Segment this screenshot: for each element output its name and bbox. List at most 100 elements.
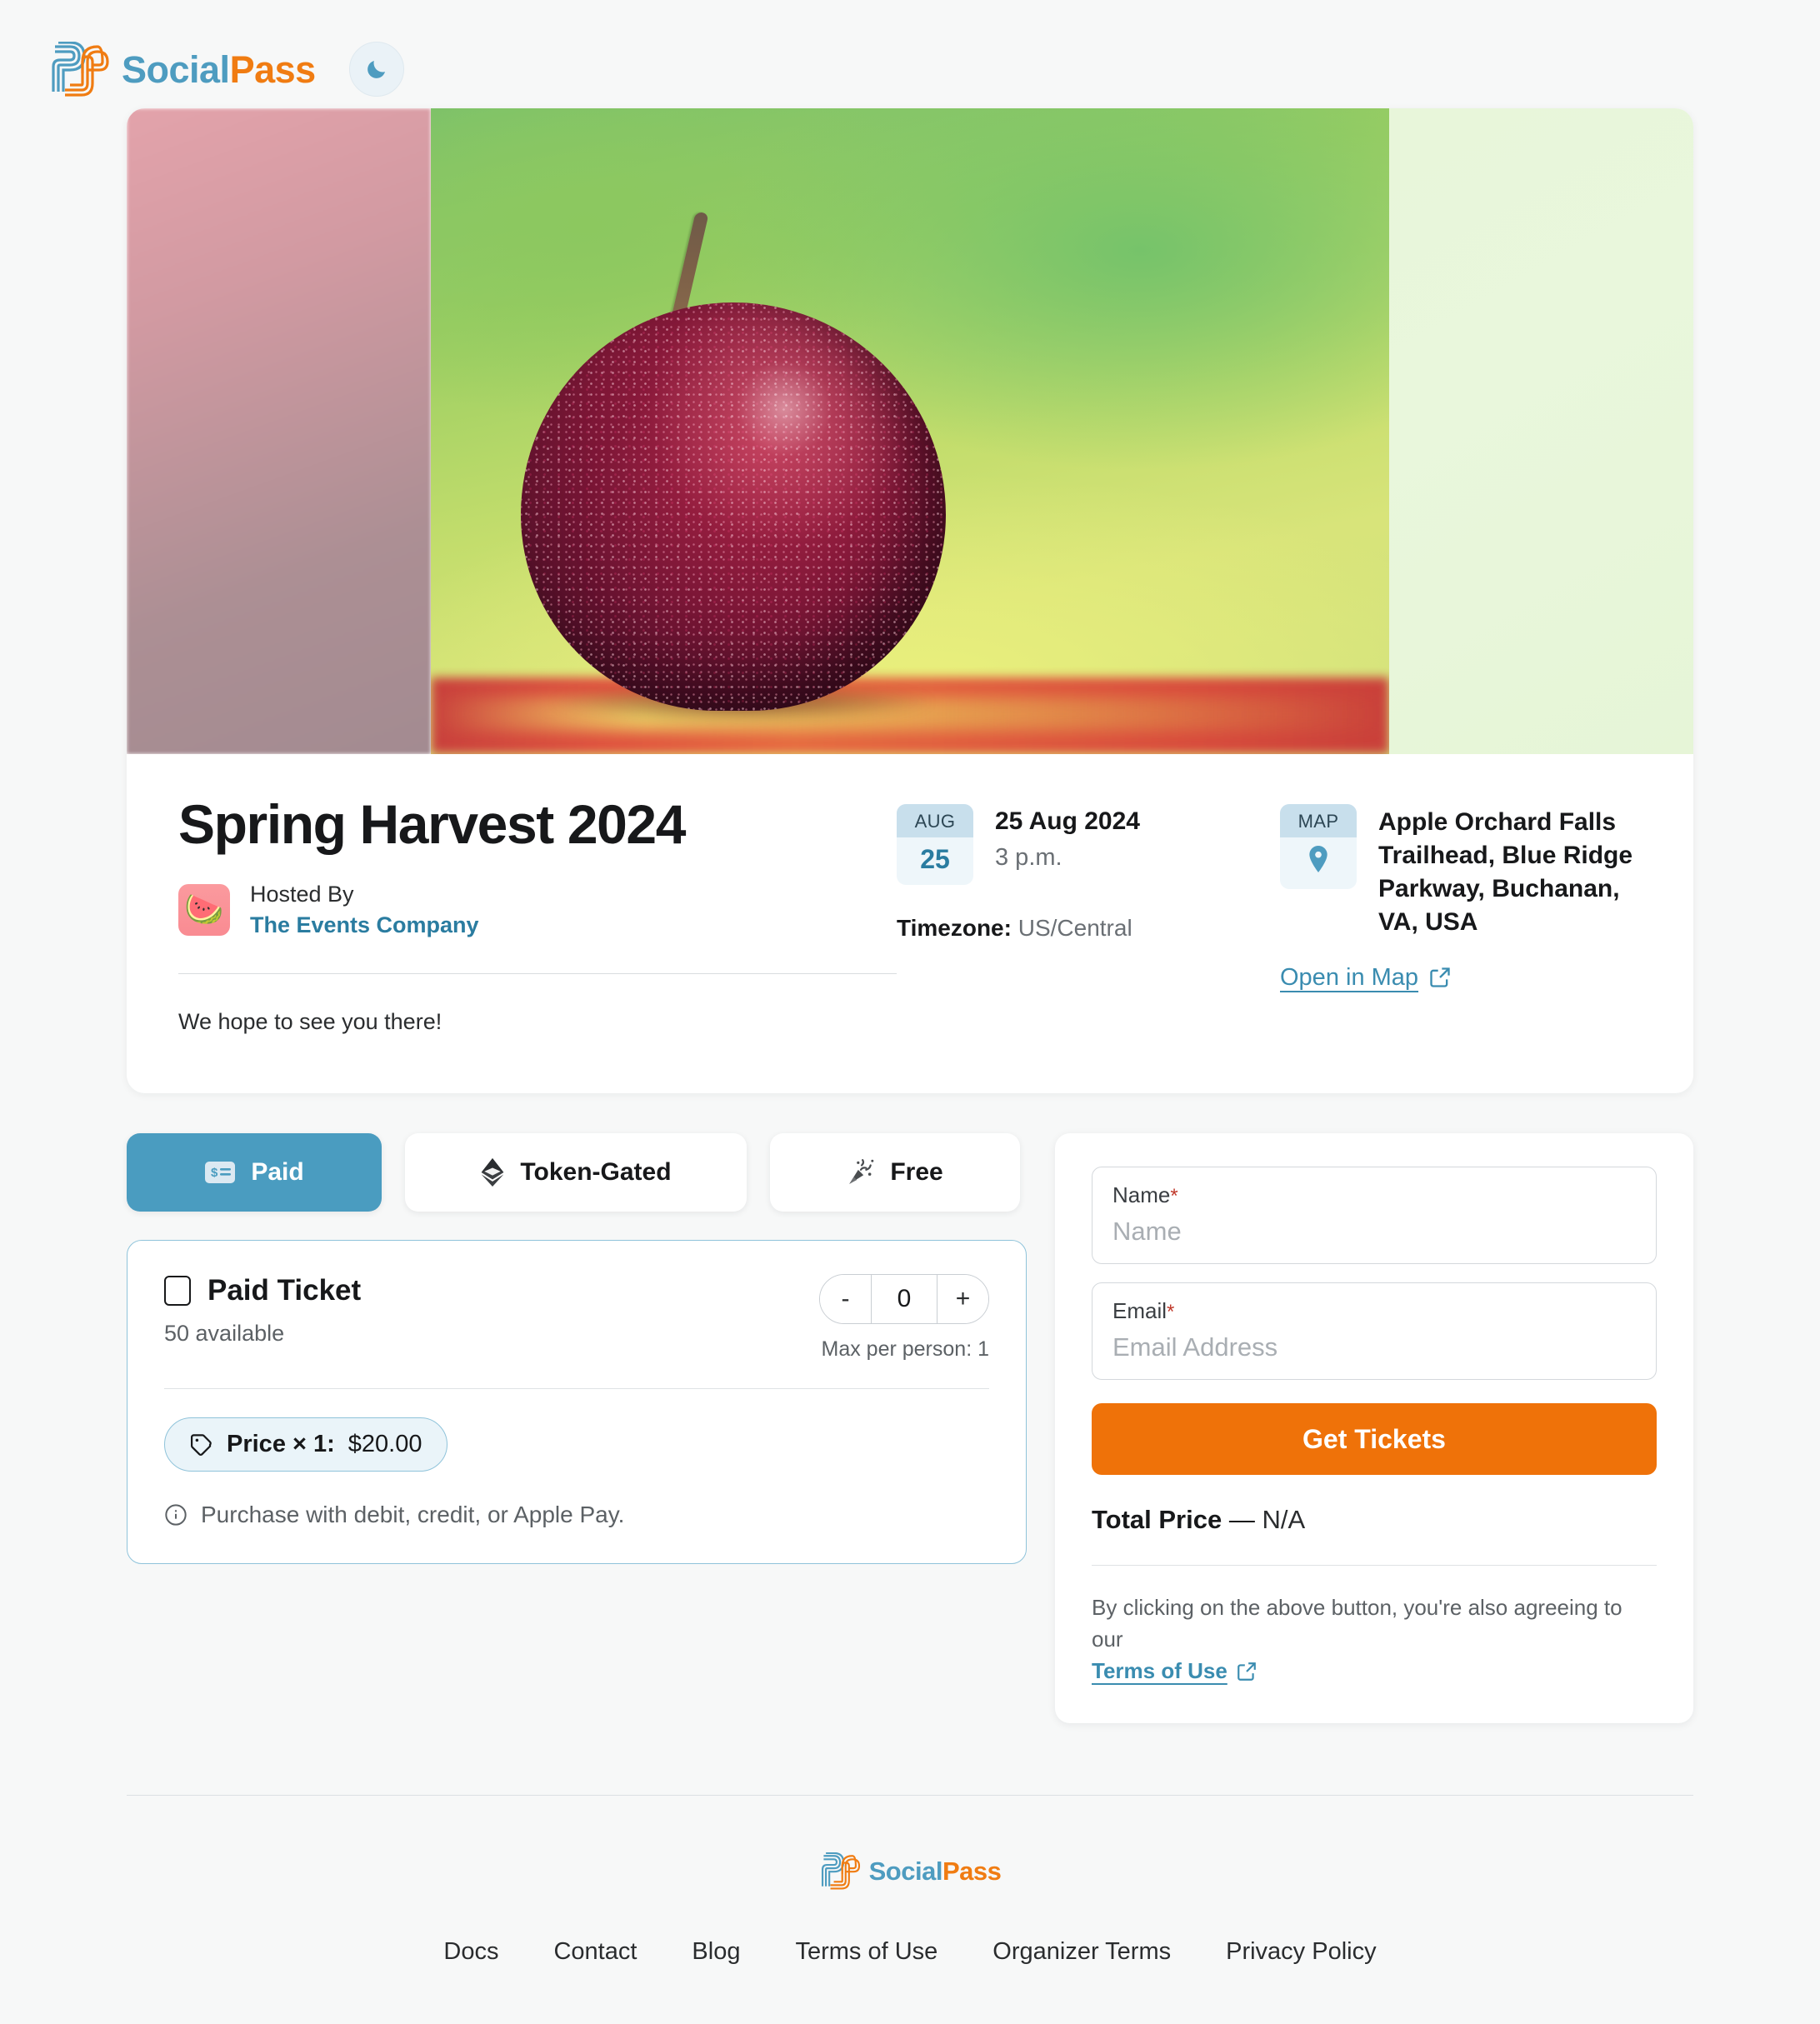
footer-link-privacy-policy[interactable]: Privacy Policy — [1198, 1938, 1404, 1966]
party-popper-icon — [847, 1158, 875, 1187]
avatar: 🍉 — [178, 884, 230, 937]
quantity-increment-button[interactable]: + — [937, 1275, 988, 1324]
event-details: Spring Harvest 2024 🍉 Hosted By The Even… — [127, 754, 1693, 1093]
quantity-value: 0 — [897, 1285, 912, 1313]
tab-free-label: Free — [890, 1158, 943, 1187]
map-chip-icon-wrap — [1280, 837, 1357, 889]
location-block: MAP Apple Orchard Falls Trailhead, Blue … — [1280, 804, 1642, 939]
purchase-note-text: Purchase with debit, credit, or Apple Pa… — [201, 1502, 625, 1528]
event-card: Spring Harvest 2024 🍉 Hosted By The Even… — [127, 108, 1693, 1094]
host-name-link[interactable]: The Events Company — [250, 912, 479, 938]
event-date: 25 Aug 2024 — [995, 807, 1140, 835]
footer-link-blog[interactable]: Blog — [664, 1938, 768, 1966]
main-content: Spring Harvest 2024 🍉 Hosted By The Even… — [127, 108, 1693, 1724]
name-input[interactable] — [1112, 1217, 1636, 1247]
tab-paid-label: Paid — [251, 1158, 304, 1187]
footer-brand-logo-link[interactable]: SocialPass — [819, 1852, 1002, 1890]
site-footer: SocialPass Docs Contact Blog Terms of Us… — [0, 1796, 1820, 2024]
event-location-column: MAP Apple Orchard Falls Trailhead, Blue … — [1280, 796, 1642, 1035]
socialpass-logo-icon — [52, 42, 109, 97]
event-hero-banner — [127, 108, 1693, 754]
map-chip-label: MAP — [1280, 804, 1357, 837]
footer-link-organizer-terms[interactable]: Organizer Terms — [965, 1938, 1198, 1966]
checkout-form-panel: Name* Email* Get Tickets Total Price — N… — [1055, 1133, 1693, 1724]
quantity-decrement-button[interactable]: - — [820, 1275, 872, 1324]
hosted-by-label: Hosted By — [250, 882, 354, 907]
email-required-marker: * — [1167, 1301, 1175, 1324]
name-label-text: Name — [1112, 1182, 1171, 1208]
total-price-label: Total Price — [1092, 1505, 1222, 1535]
ticket-types-column: $ Paid Token-Gated Free Paid Ticket 50 a… — [127, 1133, 1027, 1565]
footer-brand-word-social: Social — [868, 1857, 943, 1887]
info-icon — [165, 1504, 187, 1526]
tab-paid[interactable]: $ Paid — [127, 1133, 382, 1212]
price-badge-label: Price × 1: — [227, 1431, 335, 1458]
apple-illustration — [521, 211, 954, 722]
total-price-row: Total Price — N/A — [1092, 1505, 1657, 1535]
email-field[interactable] — [1112, 1332, 1636, 1363]
tab-token-gated-label: Token-Gated — [520, 1158, 672, 1187]
email-field-group: Email* — [1092, 1282, 1657, 1381]
date-text: 25 Aug 2024 3 p.m. — [995, 804, 1140, 872]
max-per-person-note: Max per person: 1 — [821, 1337, 990, 1362]
date-block: AUG 25 25 Aug 2024 3 p.m. — [897, 804, 1280, 885]
brand-word-pass: Pass — [229, 47, 317, 91]
open-in-map-label: Open in Map — [1280, 963, 1419, 991]
watermelon-icon: 🍉 — [184, 892, 224, 928]
hero-blur-left — [127, 108, 431, 754]
footer-brand-word-pass: Pass — [942, 1857, 1002, 1887]
page-root: SocialPass Spring Harvest 2024 🍉 Hosted … — [0, 0, 1820, 2024]
open-in-map-link[interactable]: Open in Map — [1280, 964, 1452, 992]
event-datetime-column: AUG 25 25 Aug 2024 3 p.m. Timezone: US/C… — [897, 796, 1280, 1035]
svg-text:$: $ — [211, 1166, 218, 1180]
socialpass-logo-icon — [821, 1852, 860, 1890]
tag-icon — [190, 1434, 212, 1456]
ethereum-icon — [480, 1158, 505, 1187]
get-tickets-button[interactable]: Get Tickets — [1092, 1403, 1657, 1476]
map-pin-icon — [1309, 846, 1328, 872]
ticket-name: Paid Ticket — [208, 1274, 362, 1307]
footer-link-docs[interactable]: Docs — [416, 1938, 526, 1966]
footer-links: Docs Contact Blog Terms of Use Organizer… — [416, 1938, 1403, 1966]
ticket-availability: 50 available — [164, 1321, 285, 1347]
ticket-info: Paid Ticket 50 available — [164, 1274, 361, 1347]
brand-logo-link[interactable]: SocialPass — [48, 42, 316, 97]
email-label-text: Email — [1112, 1298, 1168, 1324]
price-badge-value: $20.00 — [348, 1431, 422, 1458]
footer-brand-wordmark: SocialPass — [869, 1858, 1002, 1884]
terms-of-use-label: Terms of Use — [1092, 1657, 1228, 1683]
event-summary-column: Spring Harvest 2024 🍉 Hosted By The Even… — [178, 793, 897, 1035]
name-field-group: Name* — [1092, 1167, 1657, 1265]
ticket-checkbox[interactable] — [164, 1276, 191, 1307]
timezone-line: Timezone: US/Central — [897, 915, 1280, 942]
tab-token-gated[interactable]: Token-Gated — [405, 1133, 747, 1212]
terms-of-use-link[interactable]: Terms of Use — [1092, 1656, 1258, 1687]
event-description: We hope to see you there! — [178, 1009, 442, 1035]
moon-icon — [367, 61, 385, 78]
footer-link-contact[interactable]: Contact — [526, 1938, 664, 1966]
external-link-icon — [1237, 1662, 1256, 1681]
tab-free[interactable]: Free — [770, 1133, 1020, 1212]
page-title: Spring Harvest 2024 — [178, 793, 686, 855]
tickets-section: $ Paid Token-Gated Free Paid Ticket 50 a… — [127, 1133, 1693, 1724]
footer-link-terms-of-use[interactable]: Terms of Use — [768, 1938, 965, 1966]
map-chip: MAP — [1280, 804, 1357, 889]
total-price-value: N/A — [1262, 1505, 1306, 1535]
dark-mode-toggle[interactable] — [348, 42, 404, 97]
name-required-marker: * — [1170, 1185, 1178, 1208]
brand-wordmark: SocialPass — [122, 51, 316, 88]
purchase-note: Purchase with debit, credit, or Apple Pa… — [164, 1502, 989, 1528]
date-chip-month: AUG — [897, 804, 973, 837]
host-meta: Hosted By The Events Company — [250, 882, 479, 938]
apple-body — [521, 302, 946, 711]
price-badge: Price × 1: $20.00 — [164, 1417, 448, 1472]
ticket-quantity-area: - 0 + Max per person: 1 — [819, 1274, 989, 1362]
event-time: 3 p.m. — [995, 843, 1062, 871]
event-cover-image — [431, 108, 1389, 754]
quantity-stepper[interactable]: - 0 + — [819, 1274, 989, 1325]
location-text: Apple Orchard Falls Trailhead, Blue Ridg… — [1378, 804, 1642, 939]
ticket-type-tabs: $ Paid Token-Gated Free — [127, 1133, 1027, 1212]
name-field-label: Name* — [1112, 1182, 1636, 1208]
ticket-card-header: Paid Ticket 50 available - 0 + Max per p… — [164, 1274, 989, 1362]
event-address: Apple Orchard Falls Trailhead, Blue Ridg… — [1378, 808, 1633, 936]
